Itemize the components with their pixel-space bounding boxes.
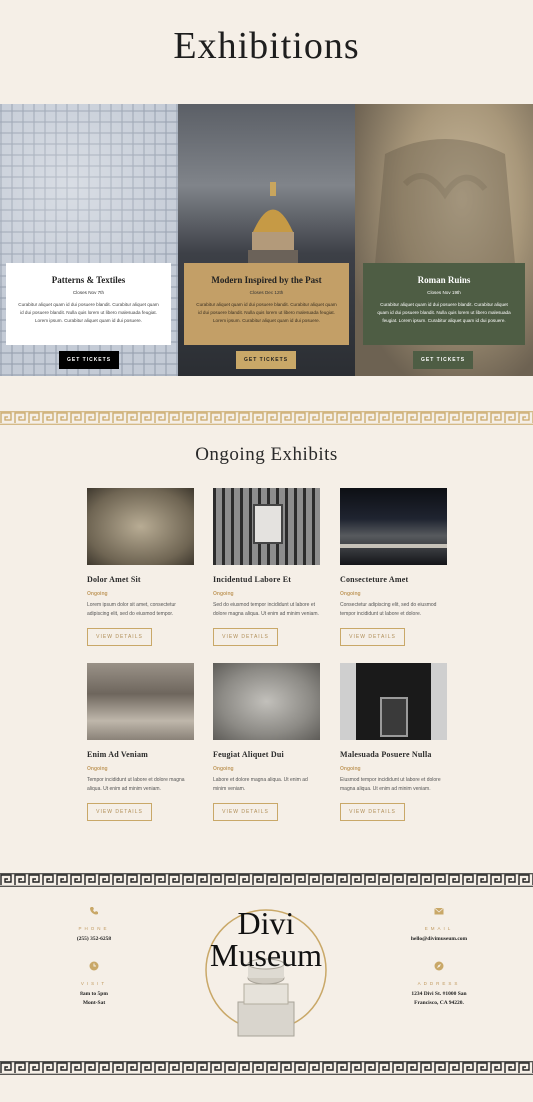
contact-address: ADDRESS 1234 Divi St. #1000 San Francisc… (379, 961, 499, 1008)
greek-key-border (0, 873, 533, 887)
exhibit-image (213, 663, 320, 740)
exhibit-image (87, 488, 194, 565)
featured-card-date: Closes Nov 7th (72, 290, 105, 295)
ongoing-heading: Ongoing Exhibits (195, 444, 338, 465)
exhibit-image (213, 488, 320, 565)
contact-email: EMAIL hello@divimuseum.com (379, 906, 499, 944)
view-details-button[interactable]: VIEW DETAILS (213, 628, 278, 646)
light-trail (340, 544, 447, 548)
exhibit-status: Ongoing (213, 766, 234, 772)
compass-icon (434, 961, 444, 971)
greek-key-border (0, 411, 533, 425)
logo-line1: Divi (237, 905, 295, 941)
view-details-button[interactable]: VIEW DETAILS (213, 803, 278, 821)
exhibit-name: Enim Ad Veniam (87, 750, 149, 759)
featured-exhibitions: Patterns & Textiles Closes Nov 7th Curab… (0, 104, 533, 376)
get-tickets-button[interactable]: GET TICKETS (413, 351, 473, 369)
exhibit-status: Ongoing (340, 766, 361, 772)
exhibit-description: Eiusmod tempor incididunt ut labore et d… (340, 777, 441, 792)
exhibit-name: Dolor Amet Sit (87, 575, 141, 584)
exhibit-name: Consecteture Amet (340, 575, 409, 584)
featured-card-text: Curabitur aliquet quam id dui posuere bl… (377, 302, 511, 324)
address-line2: Francisco, CA 94220. (414, 999, 464, 1006)
featured-exhibit-roman: Roman Ruins Closes Nov 19th Curabitur al… (355, 104, 533, 376)
exhibit-card: Feugiat Aliquet Dui Ongoing Labore et do… (213, 663, 320, 821)
phone-value[interactable]: (255) 352-6258 (34, 935, 154, 944)
featured-card-title: Modern Inspired by the Past (211, 275, 322, 285)
exhibit-card: Enim Ad Veniam Ongoing Tempor incididunt… (87, 663, 194, 821)
visit-days: Mont-Sat (82, 999, 106, 1006)
featured-exhibit-patterns: Patterns & Textiles Closes Nov 7th Curab… (0, 104, 178, 376)
doorway (380, 697, 408, 737)
phone-label: PHONE (78, 926, 110, 931)
email-label: EMAIL (424, 926, 454, 931)
exhibit-description: Labore et dolore magna aliqua. Ut enim a… (213, 777, 308, 792)
get-tickets-button[interactable]: GET TICKETS (59, 351, 119, 369)
museum-logo[interactable]: Divi Museum (186, 902, 346, 1052)
email-value[interactable]: hello@divimuseum.com (379, 935, 499, 944)
address-label: ADDRESS (417, 981, 461, 986)
view-details-button[interactable]: VIEW DETAILS (340, 803, 405, 821)
logo-line2: Museum (210, 937, 322, 973)
exhibit-name: Feugiat Aliquet Dui (213, 750, 284, 759)
featured-card: Patterns & Textiles Closes Nov 7th Curab… (6, 263, 171, 345)
featured-card-text: Curabitur aliquet quam id dui posuere bl… (196, 302, 337, 324)
envelope-icon (434, 906, 444, 916)
phone-icon (89, 906, 99, 916)
greek-key-border (0, 1061, 533, 1075)
featured-card-title: Roman Ruins (417, 275, 471, 285)
exhibit-card: Dolor Amet Sit Ongoing Lorem ipsum dolor… (87, 488, 194, 646)
exhibit-status: Ongoing (87, 766, 108, 772)
contact-visit: VISIT 8am to 5pm Mont-Sat (34, 961, 154, 1008)
featured-card-text: Curabitur aliquet quam id dui posuere bl… (18, 302, 159, 324)
exhibit-status: Ongoing (340, 591, 361, 597)
exhibit-name: Malesuada Posuere Nulla (340, 750, 432, 759)
exhibit-name: Incidentud Labore Et (213, 575, 292, 584)
exhibit-image (340, 488, 447, 565)
exhibit-description: Tempor incididunt ut labore et dolore ma… (87, 777, 185, 792)
exhibit-card: Consecteture Amet Ongoing Consectetur ad… (340, 488, 447, 646)
exhibit-card: Incidentud Labore Et Ongoing Sed do eius… (213, 488, 320, 646)
clock-icon (89, 961, 99, 971)
featured-card-date: Closes Nov 19th (427, 290, 461, 295)
exhibit-status: Ongoing (213, 591, 234, 597)
featured-card: Modern Inspired by the Past Closes Dec 1… (184, 263, 349, 345)
exhibit-image (87, 663, 194, 740)
exhibit-description: Lorem ipsum dolor sit amet, consectetur … (87, 602, 176, 617)
address-line1: 1234 Divi St. #1000 San (411, 991, 467, 997)
exhibit-description: Sed do eiusmod tempor incididunt ut labo… (213, 602, 319, 617)
view-details-button[interactable]: VIEW DETAILS (87, 628, 152, 646)
get-tickets-button[interactable]: GET TICKETS (236, 351, 296, 369)
exhibit-status: Ongoing (87, 591, 108, 597)
featured-card: Roman Ruins Closes Nov 19th Curabitur al… (363, 263, 525, 345)
dome-image (248, 182, 298, 272)
contact-phone: PHONE (255) 352-6258 (34, 906, 154, 944)
museum-sign (253, 504, 283, 544)
featured-card-title: Patterns & Textiles (51, 275, 126, 285)
exhibit-description: Consectetur adipiscing elit, sed do eius… (340, 602, 437, 617)
view-details-button[interactable]: VIEW DETAILS (340, 628, 405, 646)
exhibit-image (340, 663, 447, 740)
view-details-button[interactable]: VIEW DETAILS (87, 803, 152, 821)
exhibit-card: Malesuada Posuere Nulla Ongoing Eiusmod … (340, 663, 447, 821)
visit-hours: 8am to 5pm (80, 991, 108, 997)
page-title: Exhibitions (173, 25, 360, 67)
featured-exhibit-modern: Modern Inspired by the Past Closes Dec 1… (178, 104, 355, 376)
featured-card-date: Closes Dec 12th (249, 290, 284, 295)
visit-label: VISIT (80, 981, 108, 986)
